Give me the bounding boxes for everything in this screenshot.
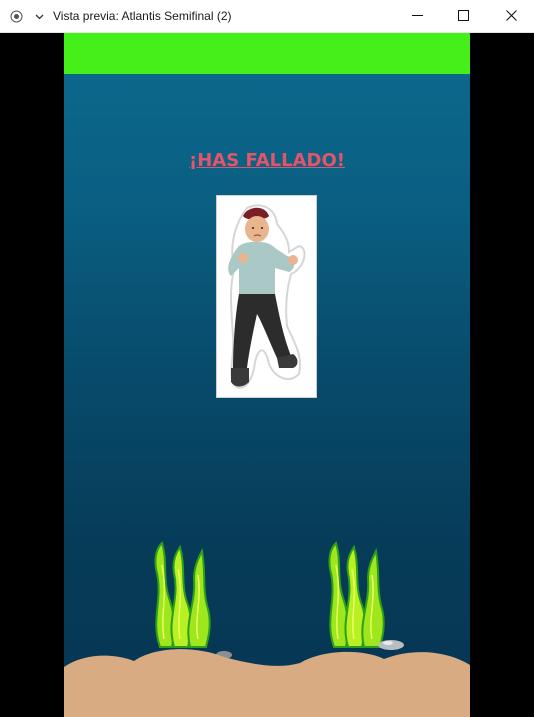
game-stage[interactable]: ¡HAS FALLADO! <box>64 33 470 717</box>
close-icon <box>505 8 517 26</box>
maximize-button[interactable] <box>440 0 486 33</box>
fail-message: ¡HAS FALLADO! <box>189 150 345 171</box>
chevron-down-icon[interactable] <box>33 10 46 23</box>
minimize-icon <box>411 8 423 26</box>
close-button[interactable] <box>488 0 534 33</box>
radio-dot-icon[interactable] <box>10 10 23 23</box>
minimize-button[interactable] <box>394 0 440 33</box>
kid-sticker-image <box>216 195 317 398</box>
window-titlebar: Vista previa: Atlantis Semifinal (2) <box>0 0 534 33</box>
window-title: Vista previa: Atlantis Semifinal (2) <box>53 9 232 23</box>
seaweed-left <box>154 541 211 648</box>
top-green-bar <box>64 33 470 74</box>
sand-floor <box>64 649 470 717</box>
seaweed-right <box>328 541 385 648</box>
maximize-icon <box>457 8 469 26</box>
